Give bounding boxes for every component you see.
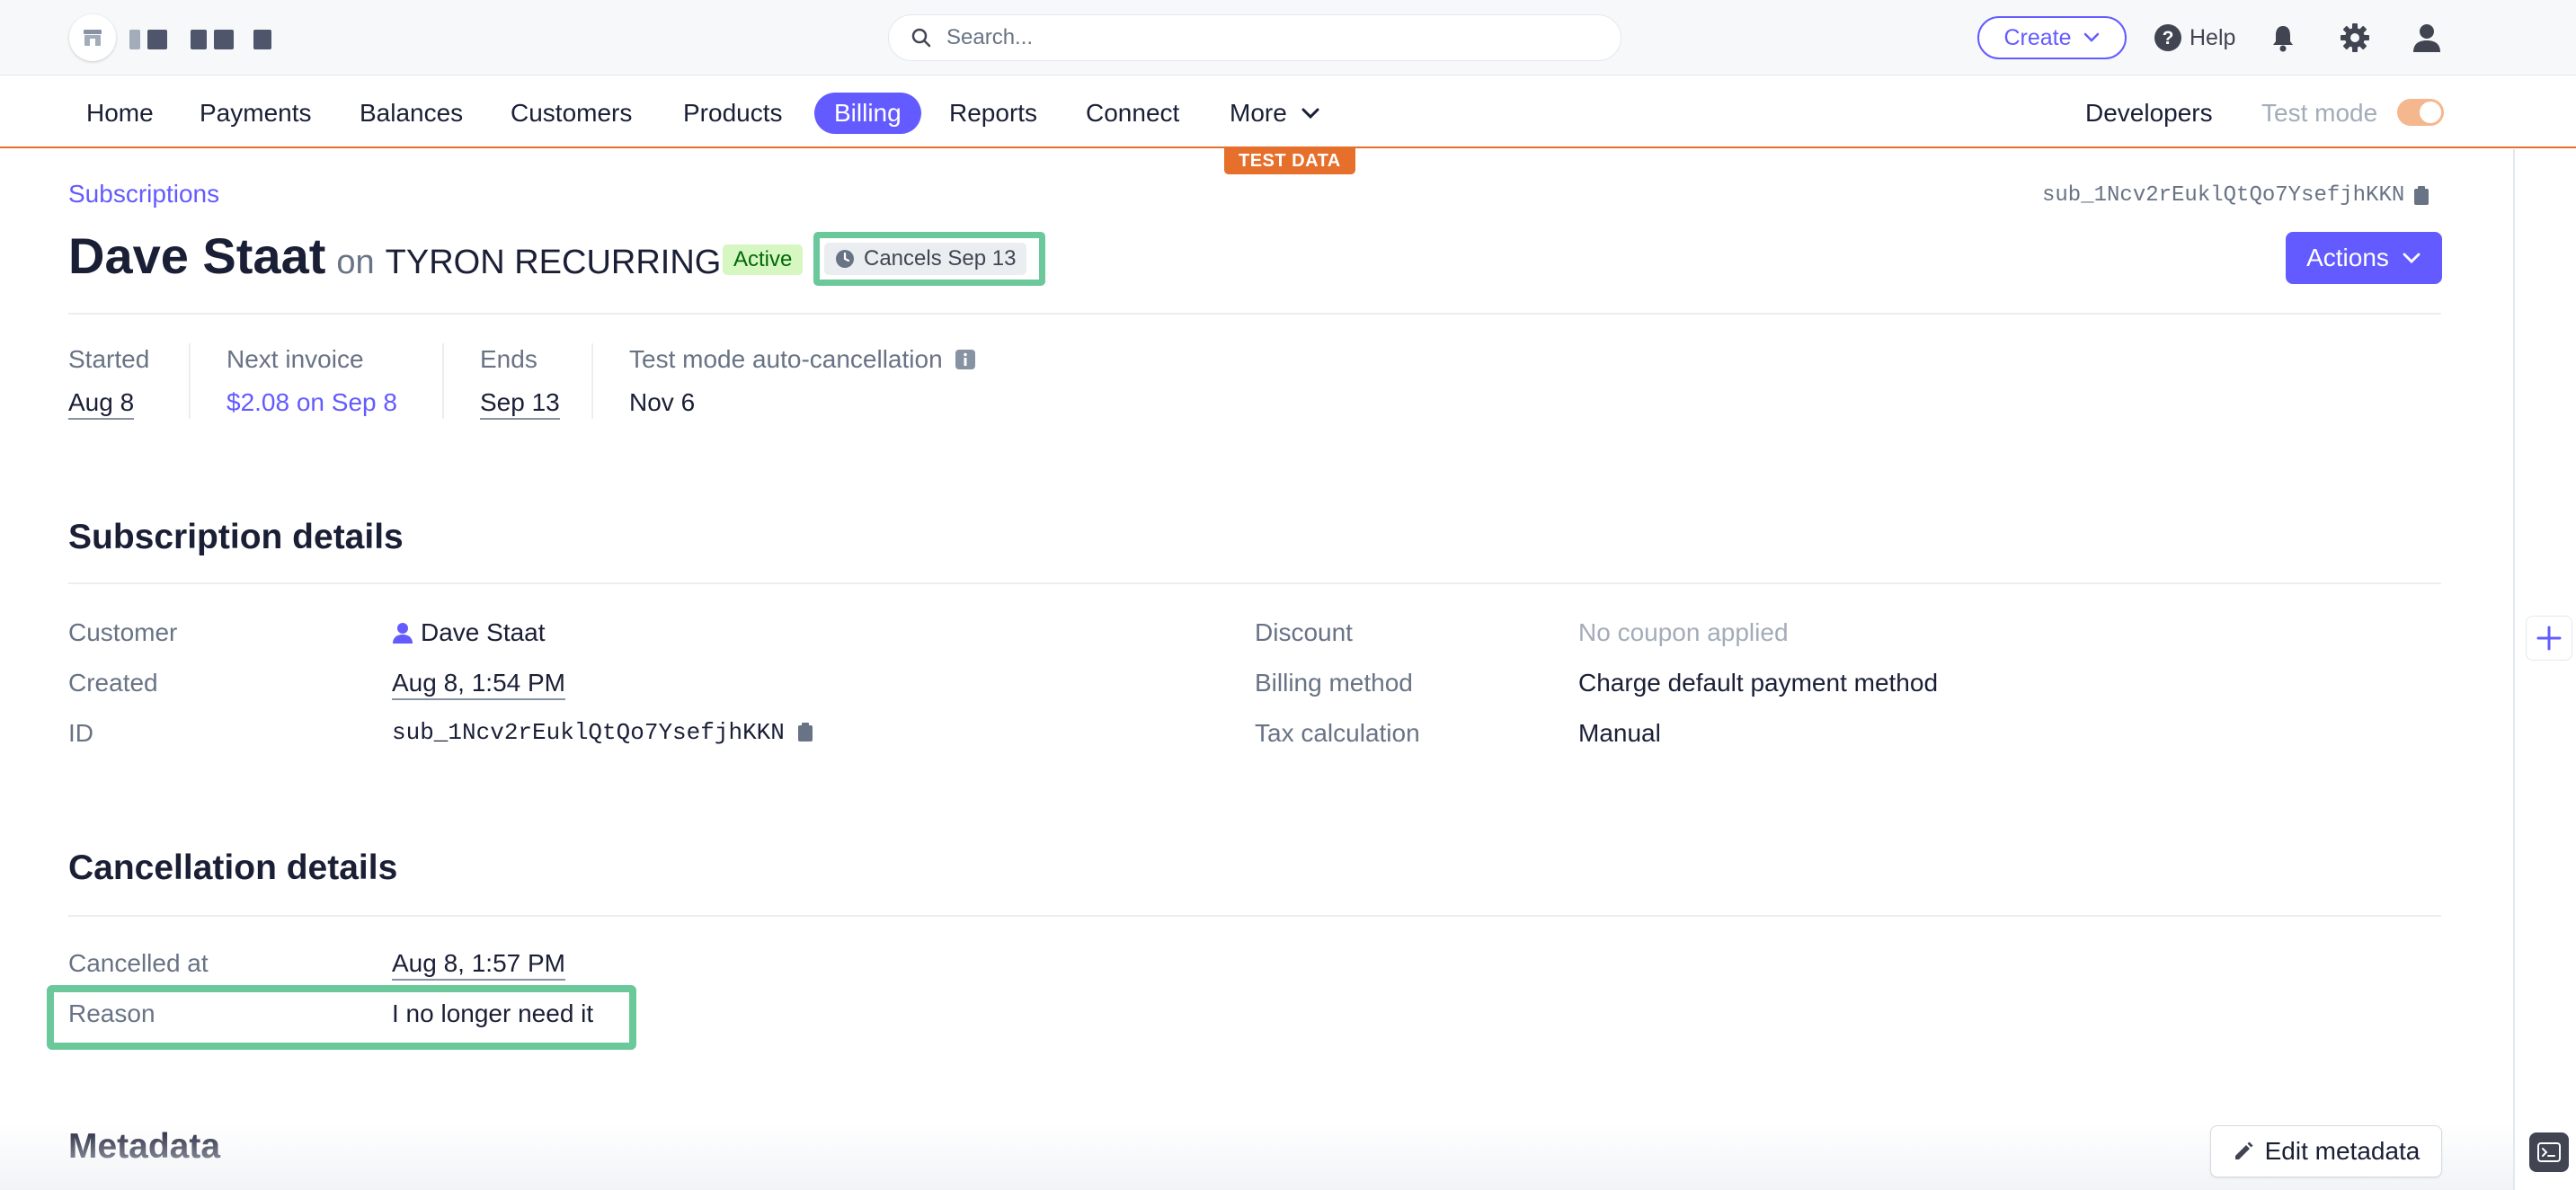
test-mode-label: Test mode (2261, 99, 2378, 127)
account-name-redacted[interactable] (129, 30, 271, 49)
pencil-icon (2234, 1141, 2253, 1159)
help-label: Help (2190, 24, 2236, 50)
title-on-word: on (336, 244, 375, 281)
started-value[interactable]: Aug 8 (68, 388, 135, 420)
section-divider (68, 582, 2441, 584)
search-icon (911, 28, 931, 48)
auto-cancel-label-group: Test mode auto-cancellation (629, 345, 975, 374)
nav-developers[interactable]: Developers (2065, 93, 2233, 134)
test-data-badge: TEST DATA (1224, 147, 1355, 174)
nav-more-label: More (1230, 99, 1287, 127)
add-panel-button[interactable] (2526, 616, 2572, 661)
account-logo[interactable] (69, 14, 116, 61)
settings-button[interactable] (2337, 20, 2373, 56)
clipboard-icon (797, 723, 813, 742)
title-product-name: TYRON RECURRING (385, 244, 722, 281)
right-rail (2513, 149, 2576, 1190)
notifications-button[interactable] (2265, 20, 2301, 56)
breadcrumb-subscriptions[interactable]: Subscriptions (68, 180, 219, 209)
main-nav: Home Payments Balances Customers Product… (0, 76, 2576, 148)
nav-reports[interactable]: Reports (929, 93, 1057, 134)
billing-method-label: Billing method (1255, 669, 1413, 697)
stat-separator (591, 343, 593, 419)
svg-text:?: ? (2163, 28, 2174, 49)
gear-icon (2341, 23, 2369, 52)
cancelled-at-value[interactable]: Aug 8, 1:57 PM (392, 949, 566, 981)
stat-separator (442, 343, 444, 419)
chevron-down-icon (1301, 108, 1319, 120)
nav-balances[interactable]: Balances (340, 93, 483, 134)
reason-label: Reason (68, 999, 155, 1027)
chevron-down-icon (2403, 253, 2421, 263)
edit-metadata-label: Edit metadata (2264, 1137, 2421, 1165)
page-title: Dave Staat on TYRON RECURRING (68, 226, 721, 285)
cancelled-at-label: Cancelled at (68, 949, 209, 977)
next-invoice-label: Next invoice (227, 345, 364, 373)
metadata-title: Metadata (68, 1127, 221, 1166)
terminal-icon (2537, 1142, 2561, 1162)
tax-calculation-label: Tax calculation (1255, 719, 1420, 747)
create-label: Create (2003, 24, 2072, 50)
edit-metadata-button[interactable]: Edit metadata (2210, 1125, 2442, 1177)
created-label: Created (68, 669, 158, 697)
ends-value[interactable]: Sep 13 (480, 388, 560, 420)
nav-payments[interactable]: Payments (180, 93, 332, 134)
person-icon (393, 623, 413, 644)
header-divider (68, 313, 2441, 315)
subscription-id-text: sub_1Ncv2rEuklQtQo7YsefjhKKN (2042, 183, 2405, 208)
nav-billing[interactable]: Billing (814, 93, 921, 134)
search-bar[interactable] (888, 14, 1621, 61)
customer-value: Dave Staat (421, 618, 546, 646)
created-value[interactable]: Aug 8, 1:54 PM (392, 669, 566, 700)
clipboard-icon (2414, 185, 2429, 205)
started-label: Started (68, 345, 150, 373)
help-icon: ? (2154, 24, 2181, 51)
scroll-fade (0, 1123, 2513, 1190)
customer-link[interactable]: Dave Staat (392, 618, 546, 647)
user-icon (2413, 24, 2440, 52)
shell-button[interactable] (2529, 1132, 2569, 1172)
test-mode-toggle[interactable] (2397, 99, 2444, 126)
actions-label: Actions (2306, 244, 2389, 271)
create-button[interactable]: Create (1977, 16, 2127, 59)
search-input[interactable] (945, 24, 1577, 51)
nav-more[interactable]: More (1210, 93, 1341, 134)
nav-home[interactable]: Home (67, 93, 173, 134)
top-bar: Create ? Help (0, 0, 2576, 75)
nav-customers[interactable]: Customers (491, 93, 652, 134)
next-invoice-value[interactable]: $2.08 on Sep 8 (227, 388, 397, 417)
nav-connect[interactable]: Connect (1066, 93, 1199, 134)
store-icon (84, 30, 102, 46)
billing-method-value: Charge default payment method (1578, 669, 1939, 697)
ends-label: Ends (480, 345, 537, 373)
cancellation-details-title: Cancellation details (68, 848, 398, 887)
plus-icon (2536, 626, 2562, 651)
profile-button[interactable] (2409, 20, 2445, 56)
help-button[interactable]: ? Help (2154, 16, 2235, 59)
id-value-group[interactable]: sub_1Ncv2rEuklQtQo7YsefjhKKN (392, 719, 813, 746)
stat-separator (189, 343, 191, 419)
subscription-details-title: Subscription details (68, 518, 404, 556)
bell-icon (2273, 26, 2293, 52)
discount-value: No coupon applied (1578, 618, 1789, 646)
cancels-badge: Cancels Sep 13 (824, 243, 1027, 275)
reason-value: I no longer need it (392, 999, 594, 1027)
subscription-id-header[interactable]: sub_1Ncv2rEuklQtQo7YsefjhKKN (2042, 183, 2429, 208)
auto-cancel-value: Nov 6 (629, 388, 696, 416)
status-badge: Active (723, 244, 804, 275)
customer-label: Customer (68, 618, 178, 646)
tax-calculation-value: Manual (1578, 719, 1661, 747)
id-value: sub_1Ncv2rEuklQtQo7YsefjhKKN (392, 719, 785, 746)
cancels-badge-label: Cancels Sep 13 (864, 246, 1017, 271)
nav-products[interactable]: Products (663, 93, 803, 134)
chevron-down-icon (2083, 32, 2099, 42)
actions-button[interactable]: Actions (2286, 232, 2442, 284)
id-label: ID (68, 719, 93, 747)
section-divider (68, 915, 2441, 917)
title-customer-name: Dave Staat (68, 227, 326, 284)
clock-icon (836, 250, 854, 268)
info-icon[interactable] (955, 350, 975, 369)
discount-label: Discount (1255, 618, 1353, 646)
auto-cancel-label: Test mode auto-cancellation (629, 345, 943, 373)
